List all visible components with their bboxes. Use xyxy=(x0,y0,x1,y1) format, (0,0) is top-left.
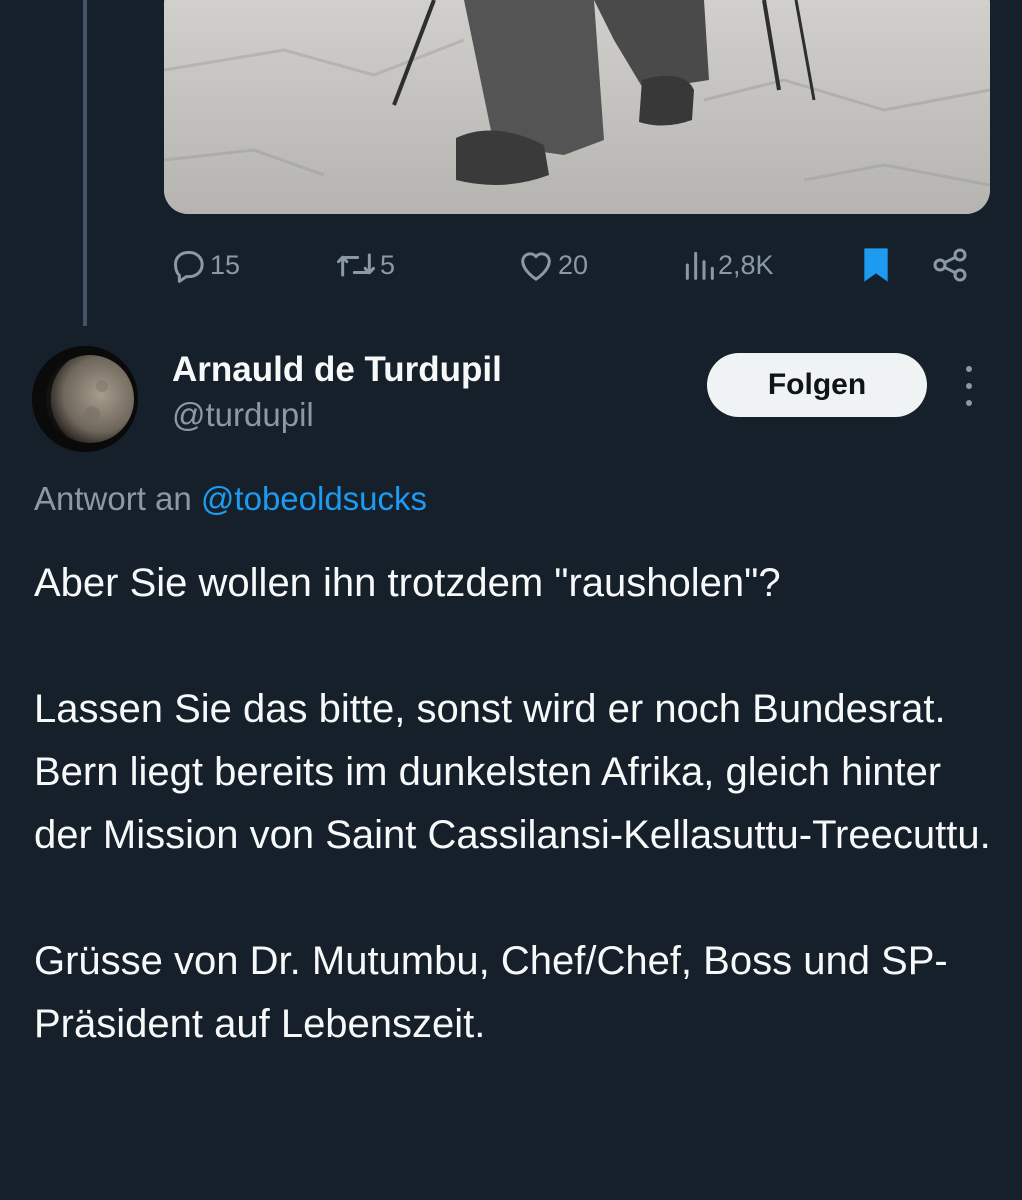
reply-to-prefix: Antwort an xyxy=(34,480,192,517)
more-dot-icon xyxy=(966,400,972,406)
tweet-action-bar: 15 5 20 2,8K xyxy=(164,240,990,290)
tweet-paragraph: Aber Sie wollen ihn trotzdem "rausholen"… xyxy=(34,561,781,605)
more-dot-icon xyxy=(966,366,972,372)
views-icon xyxy=(685,251,714,280)
retweet-count: 5 xyxy=(380,249,396,280)
heart-icon xyxy=(521,252,551,281)
retweet-icon xyxy=(337,253,375,277)
tweet-paragraph: Bern liegt bereits im dunkelsten Afrika,… xyxy=(34,750,991,857)
bookmark-button[interactable] xyxy=(858,240,894,290)
author-handle[interactable]: @turdupil xyxy=(172,396,314,434)
thread-connector-line xyxy=(83,0,87,326)
share-icon xyxy=(933,248,967,282)
reply-to-mention[interactable]: @tobeoldsucks xyxy=(201,480,427,517)
view-count: 2,8K xyxy=(718,249,774,280)
like-count: 20 xyxy=(558,249,589,280)
tweet-paragraph: Lassen Sie das bitte, sonst wird er noch… xyxy=(34,687,946,731)
moon-avatar-image xyxy=(32,346,138,452)
tweet-paragraph: Grüsse von Dr. Mutumbu, Chef/Chef, Boss … xyxy=(34,939,948,1046)
photo-illustration xyxy=(164,0,990,214)
share-button[interactable] xyxy=(930,240,970,290)
bookmark-icon xyxy=(864,248,888,282)
like-button[interactable]: 20 xyxy=(516,240,588,290)
views-button[interactable]: 2,8K xyxy=(682,240,774,290)
tweet-thread-page: 15 5 20 2,8K Arnauld de Turdupil @turdup… xyxy=(0,0,1022,1200)
reply-button[interactable]: 15 xyxy=(168,240,240,290)
follow-button[interactable]: Folgen xyxy=(707,353,927,417)
tweet-text: Aber Sie wollen ihn trotzdem "rausholen"… xyxy=(34,552,994,1056)
reply-icon xyxy=(174,251,204,283)
retweet-button[interactable]: 5 xyxy=(334,240,395,290)
avatar[interactable] xyxy=(32,346,138,452)
tweet-media-image[interactable] xyxy=(164,0,990,214)
more-dot-icon xyxy=(966,383,972,389)
author-name[interactable]: Arnauld de Turdupil xyxy=(172,350,502,390)
reply-count: 15 xyxy=(210,249,241,280)
reply-context: Antwort an @tobeoldsucks xyxy=(34,480,427,518)
more-options-button[interactable] xyxy=(954,366,984,406)
